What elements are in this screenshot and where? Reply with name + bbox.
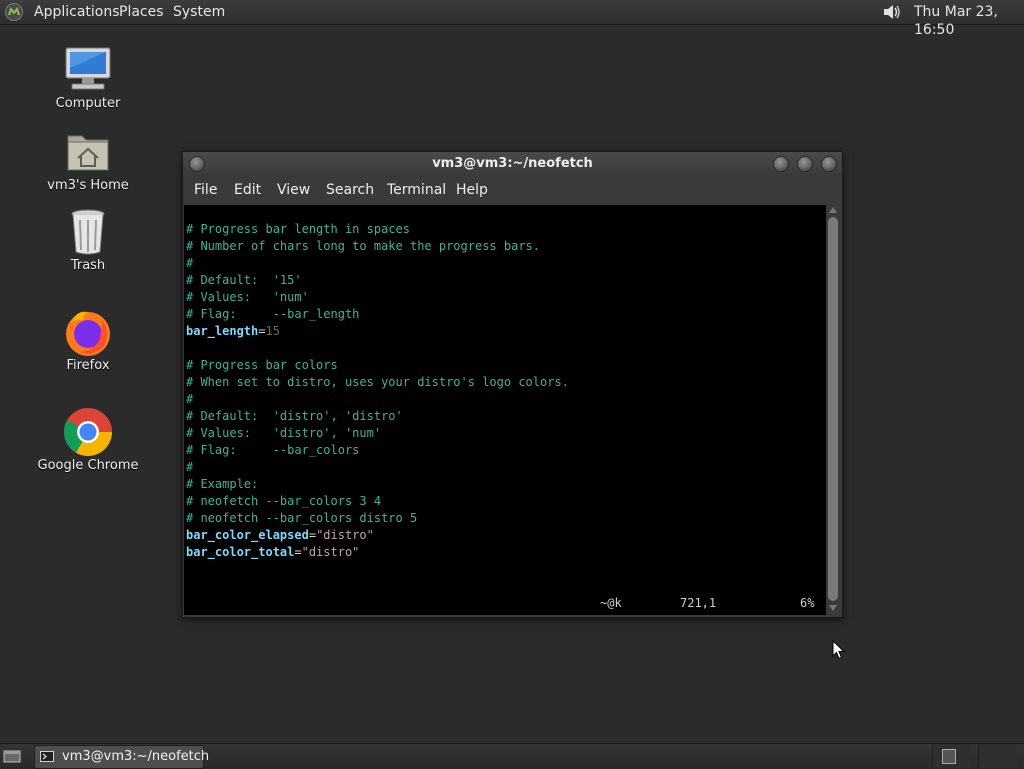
terminal-line: # Number of chars long to make the progr… xyxy=(186,239,541,253)
desktop-icon-label: vm3's Home xyxy=(47,178,129,193)
vim-status-keys: ~@k xyxy=(600,596,622,610)
terminal-line: bar_length=15 xyxy=(186,323,280,340)
scrollbar-thumb[interactable] xyxy=(828,217,838,601)
terminal-line: # Flag: --bar_length xyxy=(186,307,360,321)
taskbar-item-label: vm3@vm3:~/neofetch xyxy=(62,749,210,764)
window-titlebar[interactable]: vm3@vm3:~/neofetch xyxy=(183,152,842,176)
terminal-line: # Progress bar length in spaces xyxy=(186,222,410,236)
scroll-down-arrow-icon[interactable] xyxy=(829,605,837,611)
terminal-line: bar_color_elapsed="distro" xyxy=(186,527,374,544)
desktop-icon-label: Trash xyxy=(70,258,106,273)
config-key: bar_color_elapsed xyxy=(186,528,309,542)
firefox-icon xyxy=(66,311,110,356)
terminal-line: # Flag: --bar_colors xyxy=(186,443,360,457)
terminal-line: bar_color_total="distro" xyxy=(186,544,359,561)
config-equals: = xyxy=(308,528,317,542)
taskbar-terminal-button[interactable]: vm3@vm3:~/neofetch xyxy=(34,745,209,769)
window-title: vm3@vm3:~/neofetch xyxy=(432,156,593,171)
terminal-line: # Values: 'distro', 'num' xyxy=(186,426,382,440)
desktop-icon-trash[interactable]: Trash xyxy=(33,206,143,273)
menu-search[interactable]: Search xyxy=(326,182,374,198)
config-value: "distro" xyxy=(316,528,374,542)
terminal-line: # xyxy=(186,256,194,270)
speaker-icon[interactable] xyxy=(881,2,903,22)
terminal-line: # Values: 'num' xyxy=(186,290,309,304)
mouse-pointer-icon xyxy=(832,640,846,660)
terminal-line: # Default: '15' xyxy=(186,273,302,287)
terminal-line: # neofetch --bar_colors distro 5 xyxy=(186,511,418,525)
config-value: 15 xyxy=(265,324,280,338)
workspace-window-thumbnail xyxy=(942,749,956,764)
home-folder-icon xyxy=(67,135,109,171)
terminal-line: # Progress bar colors xyxy=(186,358,338,372)
menu-file[interactable]: File xyxy=(194,182,217,198)
config-value: "distro" xyxy=(301,545,360,559)
terminal-line: # xyxy=(186,392,194,406)
scroll-up-arrow-icon[interactable] xyxy=(829,207,837,213)
desktop-icon-firefox[interactable]: Firefox xyxy=(33,306,143,373)
vim-status-percent: 6% xyxy=(800,596,815,610)
close-button[interactable] xyxy=(821,156,837,172)
terminal-line: # xyxy=(186,460,194,474)
window-menubar: File Edit View Search Terminal Help xyxy=(183,176,842,204)
terminal-line: # When set to distro, uses your distro's… xyxy=(186,375,569,389)
config-key: bar_length xyxy=(186,324,259,338)
terminal-text-area[interactable]: # Progress bar length in spaces # Number… xyxy=(184,205,826,615)
trash-icon xyxy=(71,209,105,255)
menu-applications[interactable]: Applications xyxy=(34,3,120,21)
desktop-icon-chrome[interactable]: Google Chrome xyxy=(33,406,143,473)
menu-help[interactable]: Help xyxy=(456,182,488,198)
terminal-line: # neofetch --bar_colors 3 4 xyxy=(186,494,382,508)
vim-status-position: 721,1 xyxy=(680,596,717,610)
desktop-icon-label: Computer xyxy=(55,96,121,111)
desktop-icon-label: Google Chrome xyxy=(37,458,139,473)
maximize-button[interactable] xyxy=(797,156,813,172)
terminal-scrollbar[interactable] xyxy=(826,205,840,615)
workspace-switcher-1[interactable] xyxy=(932,744,971,768)
mate-logo-icon[interactable] xyxy=(4,2,24,22)
computer-icon xyxy=(65,47,111,90)
clock[interactable]: Thu Mar 23, 16:50 xyxy=(914,3,1024,39)
terminal-window: vm3@vm3:~/neofetch File Edit View Search… xyxy=(182,151,843,618)
desktop-icon-label: Firefox xyxy=(66,358,110,373)
minimize-button[interactable] xyxy=(773,156,789,172)
bottom-panel: vm3@vm3:~/neofetch xyxy=(0,743,1024,769)
show-desktop-icon[interactable] xyxy=(3,749,21,763)
menu-places[interactable]: Places xyxy=(119,3,164,21)
menu-edit[interactable]: Edit xyxy=(234,182,261,198)
terminal-line: # Example: xyxy=(186,477,259,491)
chrome-icon xyxy=(63,408,113,457)
terminal-icon xyxy=(40,751,54,762)
config-equals: = xyxy=(294,545,302,559)
menu-system[interactable]: System xyxy=(173,3,225,21)
menu-terminal[interactable]: Terminal xyxy=(387,182,446,198)
desktop-icon-computer[interactable]: Computer xyxy=(33,44,143,111)
menu-view[interactable]: View xyxy=(277,182,310,198)
top-panel: Applications Places System Thu Mar 23, 1… xyxy=(0,0,1024,38)
desktop-icon-home[interactable]: vm3's Home xyxy=(33,126,143,193)
desktop: Applications Places System Thu Mar 23, 1… xyxy=(0,0,1024,769)
config-key: bar_color_total xyxy=(186,545,295,559)
workspace-switcher-2[interactable] xyxy=(978,744,1017,768)
terminal-line: # Default: 'distro', 'distro' xyxy=(186,409,403,423)
